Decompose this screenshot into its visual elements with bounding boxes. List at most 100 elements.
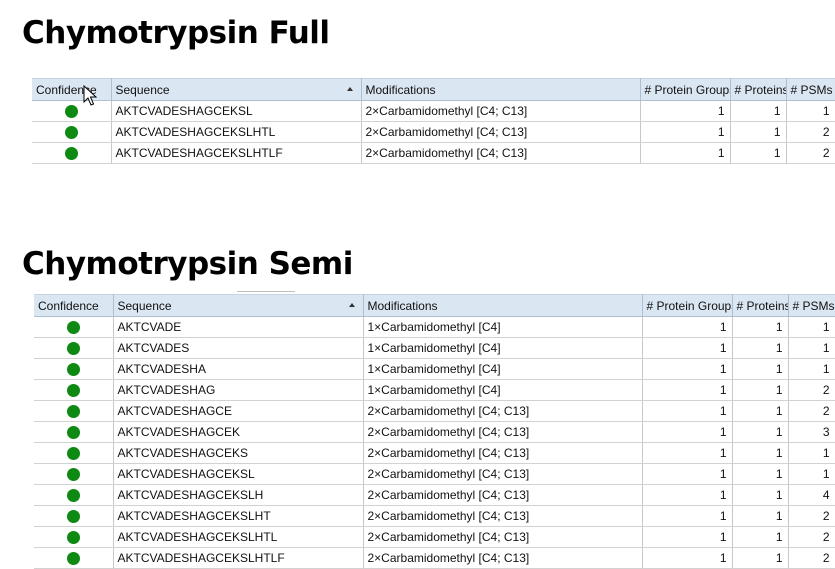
table-row[interactable]: AKTCVADESHAGCEKSL 2×Carbamidomethyl [C4; … xyxy=(32,100,835,122)
psms-cell: 1 xyxy=(788,358,835,380)
modifications-cell: 2×Carbamidomethyl [C4; C13] xyxy=(363,547,643,569)
green-dot-icon xyxy=(66,447,80,461)
protein-groups-cell: 1 xyxy=(642,316,733,338)
proteins-cell: 1 xyxy=(732,505,789,527)
table-row[interactable]: AKTCVADESHAGCEKSLHTL 2×Carbamidomethyl [C… xyxy=(32,121,835,143)
proteins-cell: 1 xyxy=(732,547,789,569)
column-header-psms[interactable]: # PSMs xyxy=(786,78,835,101)
protein-groups-cell: 1 xyxy=(640,121,731,143)
column-header-proteins[interactable]: # Proteins xyxy=(732,294,789,317)
proteins-cell: 1 xyxy=(730,100,787,122)
sequence-cell: AKTCVADESHA xyxy=(113,358,364,380)
semi-peptides-table: Confidence Sequence Modifications # Prot… xyxy=(34,294,835,569)
confidence-cell xyxy=(32,100,112,122)
column-header-confidence[interactable]: Confidence xyxy=(32,78,112,101)
modifications-cell: 2×Carbamidomethyl [C4; C13] xyxy=(363,421,643,443)
confidence-cell xyxy=(32,142,112,164)
modifications-cell: 1×Carbamidomethyl [C4] xyxy=(363,379,643,401)
confidence-cell xyxy=(32,121,112,143)
sequence-cell: AKTCVADESHAGCEKS xyxy=(113,442,364,464)
green-dot-icon xyxy=(64,147,78,161)
table-row[interactable]: AKTCVADESHA 1×Carbamidomethyl [C4] 1 1 1 xyxy=(34,358,835,380)
protein-groups-cell: 1 xyxy=(642,463,733,485)
proteins-cell: 1 xyxy=(732,337,789,359)
proteins-cell: 1 xyxy=(732,379,789,401)
psms-cell: 2 xyxy=(788,400,835,422)
sequence-cell: AKTCVADE xyxy=(113,316,364,338)
confidence-cell xyxy=(34,442,114,464)
modifications-cell: 2×Carbamidomethyl [C4; C13] xyxy=(363,484,643,506)
table-row[interactable]: AKTCVADESHAGCE 2×Carbamidomethyl [C4; C13… xyxy=(34,400,835,422)
table-row[interactable]: AKTCVADESHAGCEKSLHTLF 2×Carbamidomethyl [… xyxy=(32,142,835,164)
table-row[interactable]: AKTCVADESHAGCEK 2×Carbamidomethyl [C4; C1… xyxy=(34,421,835,443)
column-header-protein-groups[interactable]: # Protein Groups xyxy=(642,294,733,317)
green-dot-icon xyxy=(66,342,80,356)
green-dot-icon xyxy=(66,321,80,335)
sequence-cell: AKTCVADESHAGCEKSL xyxy=(113,463,364,485)
table-row[interactable]: AKTCVADESHAGCEKSLHT 2×Carbamidomethyl [C4… xyxy=(34,505,835,527)
table-row[interactable]: AKTCVADE 1×Carbamidomethyl [C4] 1 1 1 xyxy=(34,316,835,338)
psms-cell: 1 xyxy=(788,442,835,464)
confidence-cell xyxy=(34,421,114,443)
sequence-cell: AKTCVADESHAGCEKSLHTL xyxy=(113,526,364,548)
confidence-cell xyxy=(34,337,114,359)
confidence-cell xyxy=(34,379,114,401)
table-row[interactable]: AKTCVADESHAG 1×Carbamidomethyl [C4] 1 1 2 xyxy=(34,379,835,401)
column-header-protein-groups[interactable]: # Protein Groups xyxy=(640,78,731,101)
psms-cell: 1 xyxy=(788,463,835,485)
protein-groups-cell: 1 xyxy=(642,421,733,443)
proteins-cell: 1 xyxy=(732,316,789,338)
modifications-cell: 2×Carbamidomethyl [C4; C13] xyxy=(363,526,643,548)
protein-groups-cell: 1 xyxy=(642,484,733,506)
mouse-pointer-icon xyxy=(83,85,97,106)
column-header-confidence[interactable]: Confidence xyxy=(34,294,114,317)
table-row[interactable]: AKTCVADESHAGCEKSLHTL 2×Carbamidomethyl [C… xyxy=(34,526,835,548)
column-header-modifications[interactable]: Modifications xyxy=(361,78,641,101)
column-header-psms[interactable]: # PSMs xyxy=(788,294,835,317)
green-dot-icon xyxy=(66,426,80,440)
modifications-cell: 1×Carbamidomethyl [C4] xyxy=(363,337,643,359)
table-row[interactable]: AKTCVADESHAGCEKS 2×Carbamidomethyl [C4; C… xyxy=(34,442,835,464)
green-dot-icon xyxy=(66,489,80,503)
confidence-cell xyxy=(34,484,114,506)
green-dot-icon xyxy=(64,126,78,140)
protein-groups-cell: 1 xyxy=(642,442,733,464)
confidence-cell xyxy=(34,547,114,569)
column-header-modifications[interactable]: Modifications xyxy=(363,294,643,317)
proteins-cell: 1 xyxy=(732,358,789,380)
proteins-cell: 1 xyxy=(732,463,789,485)
column-header-sequence[interactable]: Sequence xyxy=(113,294,364,317)
modifications-cell: 2×Carbamidomethyl [C4; C13] xyxy=(363,400,643,422)
modifications-cell: 2×Carbamidomethyl [C4; C13] xyxy=(363,442,643,464)
table-row[interactable]: AKTCVADES 1×Carbamidomethyl [C4] 1 1 1 xyxy=(34,337,835,359)
column-header-label: Sequence xyxy=(117,298,172,313)
green-dot-icon xyxy=(66,405,80,419)
green-dot-icon xyxy=(66,531,80,545)
sequence-cell: AKTCVADESHAGCEKSLH xyxy=(113,484,364,506)
column-header-sequence[interactable]: Sequence xyxy=(111,78,362,101)
table-row[interactable]: AKTCVADESHAGCEKSLH 2×Carbamidomethyl [C4;… xyxy=(34,484,835,506)
psms-cell: 2 xyxy=(786,121,835,143)
sequence-cell: AKTCVADESHAGCE xyxy=(113,400,364,422)
table-row[interactable]: AKTCVADESHAGCEKSLHTLF 2×Carbamidomethyl [… xyxy=(34,547,835,569)
psms-cell: 2 xyxy=(786,142,835,164)
table-header-row: Confidence Sequence Modifications # Prot… xyxy=(34,294,835,317)
psms-cell: 2 xyxy=(788,547,835,569)
table-row[interactable]: AKTCVADESHAGCEKSL 2×Carbamidomethyl [C4; … xyxy=(34,463,835,485)
full-section-title: Chymotrypsin Full xyxy=(22,15,330,51)
full-peptides-table: Confidence Sequence Modifications # Prot… xyxy=(32,78,835,164)
modifications-cell: 2×Carbamidomethyl [C4; C13] xyxy=(361,100,641,122)
confidence-cell xyxy=(34,463,114,485)
confidence-cell xyxy=(34,358,114,380)
protein-groups-cell: 1 xyxy=(642,379,733,401)
psms-cell: 2 xyxy=(788,505,835,527)
modifications-cell: 1×Carbamidomethyl [C4] xyxy=(363,358,643,380)
green-dot-icon xyxy=(66,384,80,398)
modifications-cell: 2×Carbamidomethyl [C4; C13] xyxy=(363,463,643,485)
protein-groups-cell: 1 xyxy=(640,100,731,122)
protein-groups-cell: 1 xyxy=(642,547,733,569)
protein-groups-cell: 1 xyxy=(642,505,733,527)
column-header-proteins[interactable]: # Proteins xyxy=(730,78,787,101)
psms-cell: 1 xyxy=(788,337,835,359)
proteins-cell: 1 xyxy=(730,142,787,164)
